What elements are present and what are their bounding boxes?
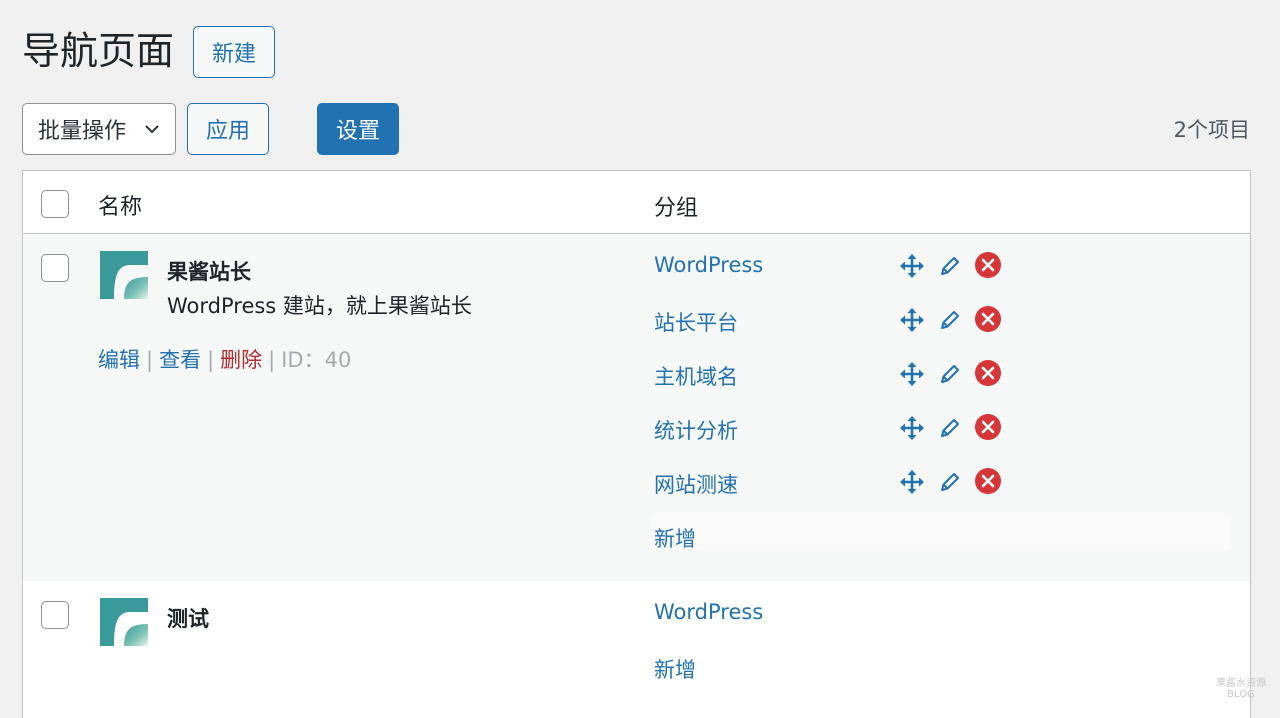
move-icon[interactable] [899, 361, 925, 387]
table-row: 测试 WordPress 新增 [23, 581, 1250, 718]
close-circle-icon[interactable] [974, 413, 1002, 441]
links-table: 名称 分组 果酱站长 WordPress 建站，就上果酱站长 编辑 | 查看 | 删除 |… [22, 170, 1251, 718]
group-link[interactable]: 网站测速 [654, 469, 738, 499]
column-group: 分组 [654, 196, 699, 221]
pencil-icon[interactable] [937, 307, 963, 333]
close-circle-icon[interactable] [974, 305, 1002, 333]
add-group-link[interactable]: 新增 [654, 523, 696, 553]
close-circle-icon[interactable] [974, 467, 1002, 495]
table-row: 果酱站长 WordPress 建站，就上果酱站长 编辑 | 查看 | 删除 | ID：40 … [23, 234, 1250, 581]
move-icon[interactable] [899, 307, 925, 333]
link-name[interactable]: 测试 [167, 603, 209, 633]
bulk-action-label: 批量操作 [38, 119, 127, 144]
row-checkbox[interactable] [41, 601, 69, 629]
edit-link[interactable]: 编辑 [98, 348, 140, 372]
pencil-icon[interactable] [937, 469, 963, 495]
pencil-icon[interactable] [937, 253, 963, 279]
select-all-checkbox[interactable] [41, 190, 69, 218]
close-circle-icon[interactable] [974, 251, 1002, 279]
add-group-bar [651, 516, 1231, 550]
move-icon[interactable] [899, 469, 925, 495]
group-link[interactable]: 主机域名 [654, 361, 738, 391]
link-name[interactable]: 果酱站长 [167, 256, 251, 286]
item-count: 2个项目 [1173, 118, 1250, 142]
apply-button[interactable]: 应用 [187, 103, 269, 155]
column-name: 名称 [98, 195, 143, 220]
settings-button[interactable]: 设置 [317, 103, 399, 155]
group-link[interactable]: WordPress [654, 253, 763, 277]
row-id: ID：40 [281, 348, 352, 372]
bulk-action-select[interactable]: 批量操作 [22, 103, 176, 155]
site-logo-icon [100, 251, 148, 299]
view-link[interactable]: 查看 [159, 348, 201, 372]
row-checkbox[interactable] [41, 254, 69, 282]
close-circle-icon[interactable] [974, 359, 1002, 387]
group-link[interactable]: 站长平台 [654, 307, 738, 337]
page-title: 导航页面 [22, 29, 175, 73]
chevron-down-icon [145, 125, 159, 134]
pencil-icon[interactable] [937, 361, 963, 387]
pencil-icon[interactable] [937, 415, 963, 441]
move-icon[interactable] [899, 253, 925, 279]
watermark: 果酱水资源 BLOG [1216, 678, 1266, 700]
delete-link[interactable]: 删除 [220, 348, 262, 372]
link-description: WordPress 建站，就上果酱站长 [167, 294, 472, 318]
table-header: 名称 分组 [23, 171, 1250, 234]
group-link[interactable]: WordPress [654, 600, 763, 624]
new-button[interactable]: 新建 [193, 26, 275, 78]
site-logo-icon [100, 598, 148, 646]
move-icon[interactable] [899, 415, 925, 441]
add-group-link[interactable]: 新增 [654, 654, 696, 684]
row-actions: 编辑 | 查看 | 删除 | ID：40 [98, 348, 352, 372]
group-link[interactable]: 统计分析 [654, 415, 738, 445]
